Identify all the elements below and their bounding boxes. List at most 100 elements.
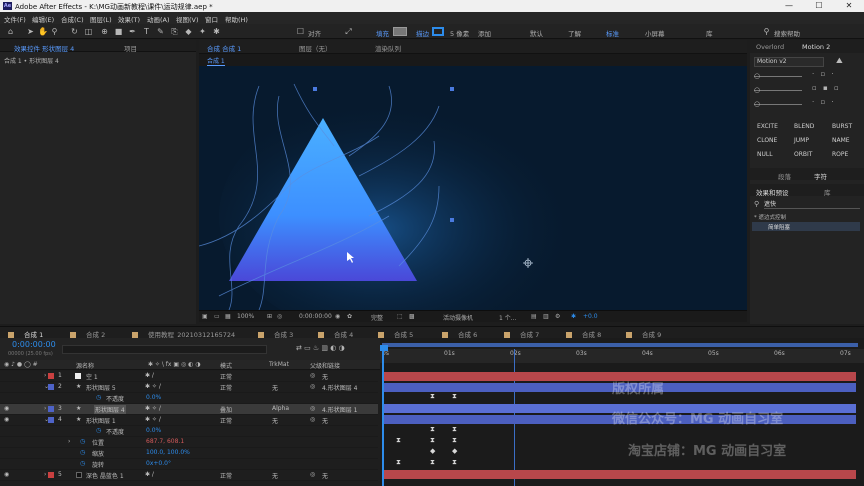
tab-paragraph[interactable]: 段落 bbox=[778, 171, 791, 181]
anchor-grid-mid-icon[interactable]: ▫ ▪ ▫ bbox=[812, 84, 841, 92]
menu-window[interactable]: 窗口 bbox=[205, 14, 218, 24]
timeline-tracks[interactable]: 0s 01s 02s 03s 04s 05s 06s 07s ⧗ ⧗ ⧗ ⧗ ⧗… bbox=[380, 338, 864, 486]
time-ruler[interactable]: 0s 01s 02s 03s 04s 05s 06s 07s bbox=[380, 349, 864, 363]
layer-label-color[interactable] bbox=[48, 406, 54, 412]
keyframe-icon[interactable]: ⧗ bbox=[396, 458, 401, 467]
keyframe-icon[interactable]: ⧗ bbox=[452, 436, 457, 445]
property-row-scale[interactable]: ◷ 缩放 100.0, 100.0% bbox=[0, 448, 378, 459]
rotation-value[interactable]: 0x+0.0° bbox=[146, 460, 171, 467]
menu-composition[interactable]: 合成(C) bbox=[61, 14, 84, 24]
layer-label-color[interactable] bbox=[48, 384, 54, 390]
motion-slider-3[interactable] bbox=[754, 104, 802, 105]
keyframe-icon[interactable]: ⧗ bbox=[452, 392, 457, 401]
layer-mode[interactable]: 正常 bbox=[220, 383, 232, 392]
rectangle-tool-icon[interactable]: ■ bbox=[114, 27, 123, 36]
column-parent[interactable]: 父级和链接 bbox=[310, 361, 340, 370]
layer-mode[interactable]: 正常 bbox=[220, 471, 232, 480]
expand-arrow-icon[interactable]: › bbox=[44, 372, 46, 379]
name-button[interactable]: NAME bbox=[832, 137, 850, 144]
keyframe-icon[interactable]: ⧗ bbox=[430, 425, 435, 434]
workspace-learn[interactable]: 了解 bbox=[568, 28, 581, 38]
keyframe-icon[interactable]: ⧗ bbox=[452, 425, 457, 434]
tab-composition[interactable]: 合成 合成 1 bbox=[207, 43, 241, 53]
layer-parent[interactable]: 无 bbox=[322, 372, 328, 381]
layer-switches-icon[interactable]: ✱ ✧ / bbox=[145, 416, 161, 423]
composition-sub-tab[interactable]: 合成 1 bbox=[207, 56, 225, 66]
stroke-label[interactable]: 描边 bbox=[416, 28, 429, 38]
snap-checkbox-icon[interactable]: ☐ bbox=[296, 27, 305, 36]
layer-parent[interactable]: 无 bbox=[322, 471, 328, 480]
expand-arrow-icon[interactable]: › bbox=[68, 438, 70, 445]
menu-file[interactable]: 文件(F) bbox=[4, 14, 26, 24]
layer-label-color[interactable] bbox=[48, 417, 54, 423]
mask-icon[interactable]: ◎ bbox=[277, 313, 282, 320]
visibility-eye-icon[interactable]: ◉ bbox=[4, 405, 9, 412]
bounding-handle-top-right[interactable] bbox=[450, 87, 454, 91]
grid-icon[interactable]: ⊞ bbox=[267, 313, 272, 320]
layer-trkmat[interactable]: Alpha bbox=[272, 405, 289, 412]
effects-category[interactable]: * 遮边式控制 bbox=[754, 213, 786, 221]
expand-arrow-icon[interactable]: › bbox=[44, 405, 46, 412]
parent-pick-whip-icon[interactable]: ◎ bbox=[310, 405, 315, 412]
view-options-icon[interactable]: ▦ bbox=[225, 313, 231, 320]
roto-tool-icon[interactable]: ✦ bbox=[198, 27, 207, 36]
layer-mode[interactable]: 叠加 bbox=[220, 405, 232, 414]
stroke-swatch[interactable] bbox=[432, 27, 444, 36]
layer-row-3[interactable]: ◉ › 3 ★ 形状图层 4 ✱ ✧ / 叠加 Alpha ◎ 4.形状图层 1 bbox=[0, 404, 378, 415]
stopwatch-icon[interactable]: ◷ bbox=[96, 427, 101, 434]
menu-help[interactable]: 帮助(H) bbox=[225, 14, 248, 24]
maximize-button[interactable]: ☐ bbox=[804, 0, 834, 12]
zoom-tool-icon[interactable]: ⚲ bbox=[50, 27, 59, 36]
keyframe-icon[interactable]: ⧗ bbox=[430, 392, 435, 401]
keyframe-icon[interactable]: ⧗ bbox=[430, 458, 435, 467]
monitor-icon[interactable]: ▭ bbox=[214, 313, 220, 320]
effect-result-row[interactable]: 简单阻塞 bbox=[752, 222, 860, 231]
layer-switches-icon[interactable]: ✱ / bbox=[145, 471, 154, 478]
eraser-tool-icon[interactable]: ◆ bbox=[184, 27, 193, 36]
brush-tool-icon[interactable]: ✎ bbox=[156, 27, 165, 36]
rope-button[interactable]: ROPE bbox=[832, 151, 848, 158]
current-time[interactable]: 0:00:00:00 bbox=[12, 340, 56, 349]
stopwatch-icon[interactable]: ◷ bbox=[80, 438, 85, 445]
motion-slider-2[interactable] bbox=[754, 90, 802, 91]
property-row-position[interactable]: › ◷ 位置 687.7, 608.1 bbox=[0, 437, 378, 448]
puppet-tool-icon[interactable]: ✱ bbox=[212, 27, 221, 36]
layer-name[interactable]: 空 1 bbox=[86, 372, 98, 381]
keyframe-icon[interactable]: ⧗ bbox=[396, 436, 401, 445]
selection-tool-icon[interactable]: ➤ bbox=[26, 27, 35, 36]
parent-pick-whip-icon[interactable]: ◎ bbox=[310, 416, 315, 423]
hand-tool-icon[interactable]: ✋ bbox=[38, 27, 48, 36]
layer-switches-icon[interactable]: ✱ ✧ / bbox=[145, 383, 161, 390]
layer-mode[interactable]: 正常 bbox=[220, 416, 232, 425]
tab-effects-presets[interactable]: 效果和预设 bbox=[756, 187, 789, 197]
fast-preview-icon[interactable]: ▤ bbox=[531, 313, 537, 320]
motion-slider-1[interactable] bbox=[754, 76, 802, 77]
menu-edit[interactable]: 编辑(E) bbox=[32, 14, 54, 24]
clone-tool-icon[interactable]: ⎘ bbox=[170, 27, 179, 36]
layer-trkmat[interactable]: 无 bbox=[272, 416, 278, 425]
search-help-field[interactable]: 搜索帮助 bbox=[774, 28, 800, 38]
minimize-button[interactable]: — bbox=[774, 0, 804, 12]
viewer-timecode[interactable]: 0:00:00:00 bbox=[299, 313, 332, 320]
bounding-handle-top-left[interactable] bbox=[313, 87, 317, 91]
tab-overlord[interactable]: Overlord bbox=[756, 43, 784, 51]
fill-label[interactable]: 填充 bbox=[376, 28, 389, 38]
tab-library[interactable]: 库 bbox=[824, 187, 831, 197]
column-trkmat[interactable]: TrkMat bbox=[269, 361, 289, 368]
orbit-button[interactable]: ORBIT bbox=[794, 151, 812, 158]
layer-trkmat[interactable]: 无 bbox=[272, 383, 278, 392]
close-button[interactable]: ✕ bbox=[834, 0, 864, 12]
tab-render-queue[interactable]: 渲染队列 bbox=[375, 43, 401, 53]
keyframe-icon[interactable]: ◆ bbox=[430, 447, 435, 455]
fill-swatch[interactable] bbox=[393, 27, 407, 36]
jump-button[interactable]: JUMP bbox=[794, 137, 809, 144]
keyframe-icon[interactable]: ⧗ bbox=[452, 458, 457, 467]
parent-pick-whip-icon[interactable]: ◎ bbox=[310, 471, 315, 478]
visibility-eye-icon[interactable]: ◉ bbox=[4, 471, 9, 478]
stopwatch-icon[interactable]: ◷ bbox=[80, 460, 85, 467]
layer-row-1[interactable]: › 1 空 1 ✱ / 正常 ◎ 无 bbox=[0, 371, 378, 382]
layer-name[interactable]: 形状图层 1 bbox=[86, 416, 116, 425]
property-row-opacity-2[interactable]: ◷ 不透度 0.0% bbox=[0, 393, 378, 404]
property-row-opacity-4[interactable]: ◷ 不透度 0.0% bbox=[0, 426, 378, 437]
resolution-select[interactable]: 完整 bbox=[371, 313, 383, 322]
